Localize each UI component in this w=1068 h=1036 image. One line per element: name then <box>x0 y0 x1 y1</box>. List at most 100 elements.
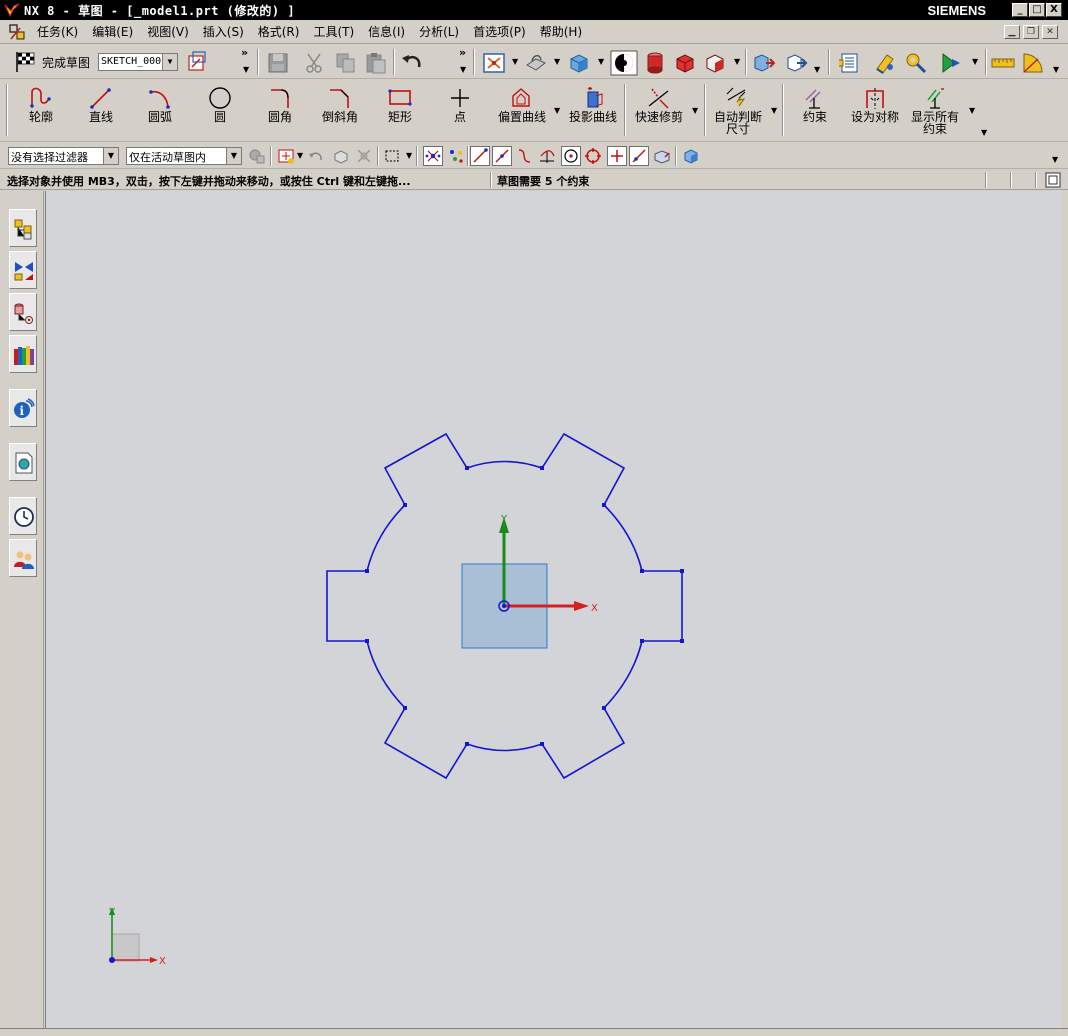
chevron-down-icon[interactable]: ▼ <box>1052 155 1058 164</box>
doc-minimize-button[interactable]: ▁ <box>1004 25 1020 39</box>
snap-mid-toggle[interactable] <box>492 146 512 166</box>
web-browser-button[interactable] <box>9 443 37 481</box>
tool-arc[interactable]: 圆弧 <box>130 80 190 140</box>
scope-filter-dropdown[interactable]: 仅在活动草图内 ▼ <box>126 147 242 165</box>
chevron-down-icon[interactable]: ▼ <box>554 57 560 66</box>
tool-fillet[interactable]: 圆角 <box>250 80 310 140</box>
tool-project-curve[interactable]: 投影曲线 <box>563 80 623 140</box>
chevron-down-icon[interactable]: ▼ <box>460 65 466 74</box>
protractor-icon[interactable] <box>1022 51 1046 75</box>
chevron-down-icon[interactable]: ▼ <box>771 106 777 115</box>
tool-quick-trim[interactable]: 快速修剪 <box>629 80 689 140</box>
reuse-library-button[interactable] <box>9 335 37 373</box>
close-button[interactable]: X <box>1046 3 1062 17</box>
tool-point[interactable]: 点 <box>430 80 490 140</box>
save-icon[interactable] <box>266 51 290 75</box>
snap-control-point-icon[interactable] <box>516 147 534 165</box>
general-selection-icon[interactable] <box>277 147 295 165</box>
orient-view-to-sketch-icon[interactable] <box>186 50 210 74</box>
ruler-icon[interactable] <box>991 51 1015 75</box>
menu-insert[interactable]: 插入(S) <box>196 23 251 40</box>
feature-block-icon[interactable] <box>673 51 697 75</box>
chevron-down-icon[interactable]: ▼ <box>972 57 978 66</box>
undo-selection-icon[interactable] <box>308 148 324 164</box>
snap-endpoint-toggle[interactable] <box>423 146 443 166</box>
assembly-navigator-button[interactable] <box>9 209 37 247</box>
menu-help[interactable]: 帮助(H) <box>533 23 589 40</box>
chevron-down-icon[interactable]: ▼ <box>734 57 740 66</box>
tool-offset-curve[interactable]: 偏置曲线 <box>492 80 552 140</box>
feature-hollow-icon[interactable] <box>703 51 727 75</box>
snap-point-on-surface-icon[interactable] <box>653 147 671 165</box>
chevron-down-icon[interactable]: ▼ <box>692 106 698 115</box>
chevron-down-icon[interactable]: ▼ <box>406 151 412 160</box>
snap-end-toggle[interactable] <box>470 146 490 166</box>
rectangle-select-icon[interactable] <box>384 148 400 164</box>
tool-make-symmetric[interactable]: 设为对称 <box>845 80 905 140</box>
tool-show-all-constraints[interactable]: 显示所有 约束 <box>905 80 965 140</box>
tool-inferred-dimension[interactable]: 自动判断 尺寸 <box>708 80 768 140</box>
menu-format[interactable]: 格式(R) <box>251 23 307 40</box>
chevron-down-icon[interactable]: ▼ <box>162 54 177 70</box>
snap-arc-center-toggle[interactable] <box>561 146 581 166</box>
tool-line[interactable]: 直线 <box>71 80 131 140</box>
orient-view-icon[interactable] <box>567 51 591 75</box>
chevron-down-icon[interactable]: ▼ <box>1053 65 1059 74</box>
section-view-icon[interactable] <box>610 50 638 76</box>
information-window-button[interactable]: i <box>9 389 37 427</box>
menu-tools[interactable]: 工具(T) <box>306 23 361 40</box>
tool-circle[interactable]: 圆 <box>190 80 250 140</box>
menu-edit[interactable]: 编辑(E) <box>85 23 140 40</box>
rendering-style-icon[interactable] <box>524 51 548 75</box>
history-button[interactable] <box>9 497 37 535</box>
snap-point-cloud-icon[interactable] <box>447 147 465 165</box>
sketch-name-dropdown[interactable]: SKETCH_000 ▼ <box>98 53 178 71</box>
menu-view[interactable]: 视图(V) <box>140 23 196 40</box>
chevron-down-icon[interactable]: ▼ <box>814 65 820 74</box>
doc-close-button[interactable]: ✕ <box>1042 25 1058 39</box>
chevron-down-icon[interactable]: ▼ <box>981 128 987 137</box>
toolbar-overflow-icon[interactable]: » <box>241 46 248 59</box>
finish-sketch-label[interactable]: 完成草图 <box>42 54 90 71</box>
deselect-all-icon[interactable] <box>355 147 373 165</box>
menu-task[interactable]: 任务(K) <box>30 23 85 40</box>
full-screen-icon[interactable] <box>1045 172 1061 188</box>
copy-icon[interactable] <box>334 51 358 75</box>
toolbar-overflow-icon[interactable]: » <box>459 46 466 59</box>
chevron-down-icon[interactable]: ▼ <box>554 106 560 115</box>
tool-profile[interactable]: 轮廓 <box>11 80 71 140</box>
snap-intersection-icon[interactable] <box>538 147 556 165</box>
chevron-down-icon[interactable]: ▼ <box>969 106 975 115</box>
snap-point-on-curve-toggle[interactable] <box>629 146 649 166</box>
layer-settings-icon[interactable] <box>837 51 861 75</box>
play-animation-icon[interactable] <box>940 51 964 75</box>
component-filter-icon[interactable] <box>248 147 266 165</box>
finish-sketch-flag-icon[interactable] <box>14 50 38 74</box>
move-object-icon[interactable] <box>752 51 776 75</box>
snap-quadrant-icon[interactable] <box>584 147 602 165</box>
snap-existing-point-toggle[interactable] <box>607 146 627 166</box>
menu-preferences[interactable]: 首选项(P) <box>466 23 533 40</box>
graphics-window[interactable]: Y X Y X <box>45 191 1062 1028</box>
part-navigator-button[interactable] <box>9 293 37 331</box>
type-filter-dropdown[interactable]: 没有选择过滤器 ▼ <box>8 147 119 165</box>
menu-analysis[interactable]: 分析(L) <box>412 23 466 40</box>
tool-rectangle[interactable]: 矩形 <box>370 80 430 140</box>
minimize-button[interactable]: _ <box>1012 3 1028 17</box>
view-triad[interactable]: Y X <box>108 907 166 967</box>
measure-icon[interactable] <box>873 51 897 75</box>
transform-icon[interactable] <box>785 51 809 75</box>
menu-information[interactable]: 信息(I) <box>361 23 412 40</box>
chevron-down-icon[interactable]: ▼ <box>243 65 249 74</box>
doc-restore-button[interactable]: ❐ <box>1023 25 1039 39</box>
tool-constraint[interactable]: 约束 <box>785 80 845 140</box>
tool-settings-icon[interactable] <box>904 51 928 75</box>
chevron-down-icon[interactable]: ▼ <box>598 57 604 66</box>
chevron-down-icon[interactable]: ▼ <box>297 151 303 160</box>
constraint-navigator-button[interactable] <box>9 251 37 289</box>
feature-selection-icon[interactable] <box>332 147 350 165</box>
chevron-down-icon[interactable]: ▼ <box>103 148 118 164</box>
roles-button[interactable] <box>9 539 37 577</box>
maximize-button[interactable]: □ <box>1029 3 1045 17</box>
undo-icon[interactable] <box>400 51 424 75</box>
